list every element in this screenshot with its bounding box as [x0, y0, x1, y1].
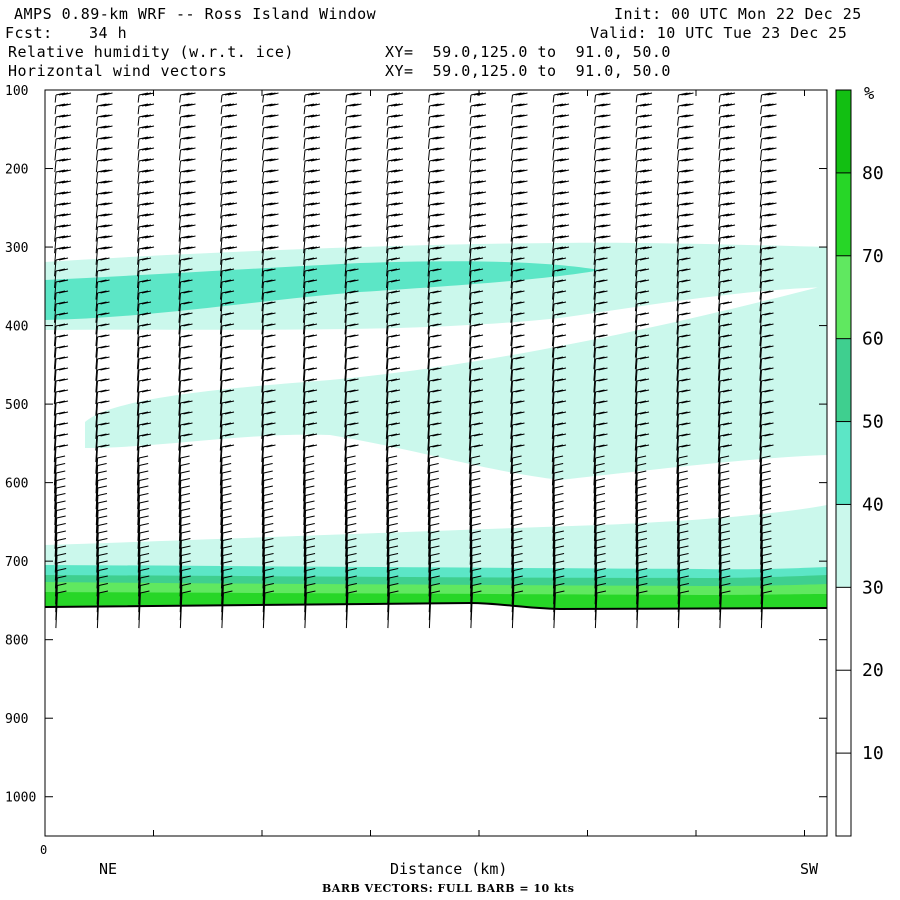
x-left-direction-label: NE: [99, 860, 117, 878]
colorbar-label: 50: [862, 412, 884, 433]
x-origin-label: 0: [40, 843, 47, 857]
colorbar: 80 70 60 50 40 30 20 10: [835, 89, 884, 837]
colorbar-label: 80: [862, 163, 884, 184]
colorbar-swatch: [836, 587, 851, 671]
colorbar-swatch: [836, 670, 851, 754]
colorbar-swatch: [836, 504, 851, 588]
x-axis-title: Distance (km): [390, 860, 507, 878]
y-tick-label: 300: [5, 241, 28, 256]
colorbar-swatch: [836, 172, 851, 256]
colorbar-label: 10: [862, 743, 884, 764]
barb-key: BARB VECTORS: FULL BARB = 10 kts: [322, 882, 575, 895]
y-tick-label: 200: [5, 163, 28, 178]
colorbar-label: 40: [862, 494, 884, 515]
y-tick-label: 600: [5, 477, 28, 492]
y-tick-label: 400: [5, 320, 28, 335]
y-tick-label: 900: [5, 712, 28, 727]
colorbar-swatch: [836, 421, 851, 505]
colorbar-unit: %: [864, 84, 874, 104]
x-right-direction-label: SW: [800, 860, 819, 878]
colorbar-label: 30: [862, 577, 884, 598]
colorbar-label: 60: [862, 329, 884, 350]
colorbar-label: 20: [862, 660, 884, 681]
y-tick-label: 100: [5, 84, 28, 99]
colorbar-swatch: [836, 338, 851, 422]
colorbar-swatch: [836, 753, 851, 836]
colorbar-swatch: [836, 90, 851, 173]
colorbar-swatch: [836, 255, 851, 339]
cross-section-chart: 100 200 300 400 500 600 700 800 900 1000 0 NE Dis…: [5, 84, 884, 878]
y-tick-label: 800: [5, 634, 28, 649]
colorbar-label: 70: [862, 246, 884, 267]
y-tick-label: 700: [5, 555, 28, 570]
terrain-mask: [45, 603, 827, 836]
y-tick-label: 1000: [5, 791, 36, 806]
y-tick-label: 500: [5, 398, 28, 413]
